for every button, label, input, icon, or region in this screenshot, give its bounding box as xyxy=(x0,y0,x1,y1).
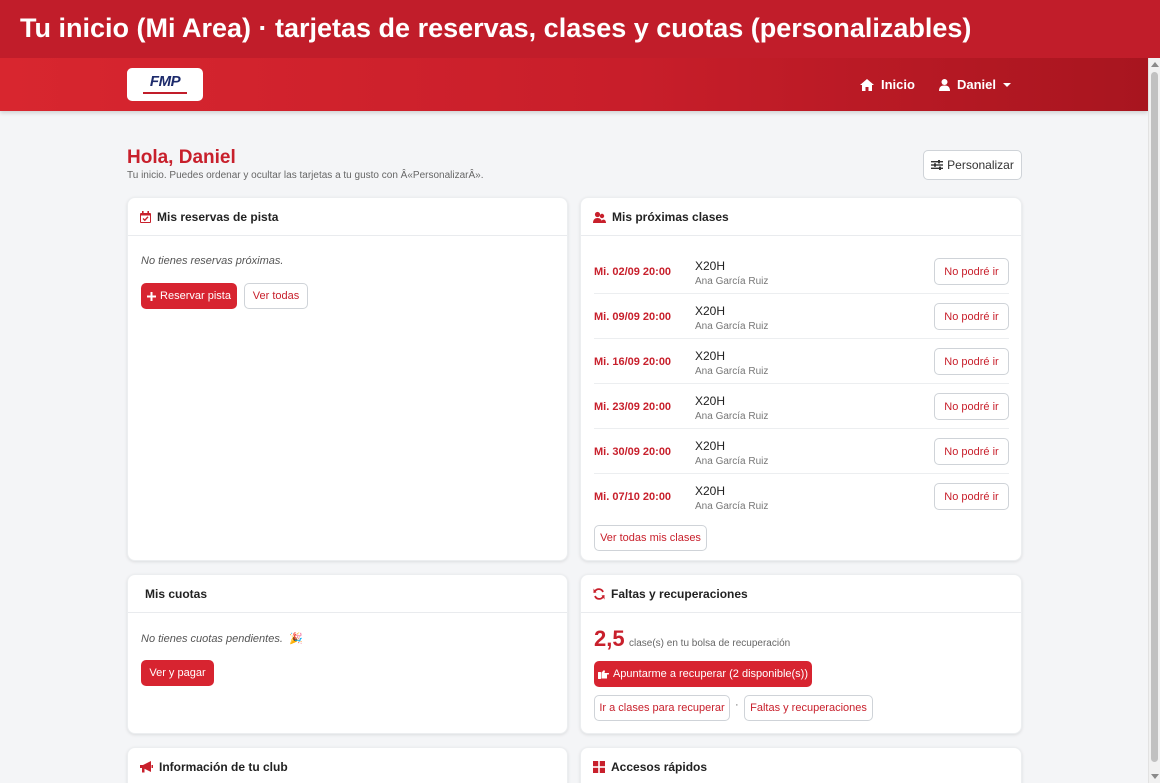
recovery-bag-text: clase(s) en tu bolsa de recuperación xyxy=(629,638,791,649)
party-icon: 🎉 xyxy=(288,633,303,645)
calendar-check-icon xyxy=(140,210,151,223)
class-teacher: Ana García Ruiz xyxy=(695,411,769,422)
class-row: Mi. 02/09 20:00 X20H Ana García Ruiz No … xyxy=(594,249,1009,294)
no-podre-ir-button[interactable]: No podré ir xyxy=(934,303,1009,330)
nav-inicio[interactable]: Inicio xyxy=(860,58,915,111)
cuotas-empty-text: No tienes cuotas pendientes. 🎉 xyxy=(141,632,303,645)
grid-icon xyxy=(593,760,605,773)
card-reservas-title: Mis reservas de pista xyxy=(157,209,279,224)
ir-clases-recuperar-button[interactable]: Ir a clases para recuperar xyxy=(594,695,730,721)
class-row: Mi. 30/09 20:00 X20H Ana García Ruiz No … xyxy=(594,429,1009,474)
class-date: Mi. 16/09 20:00 xyxy=(594,356,672,368)
class-name: X20H xyxy=(695,259,726,273)
class-row: Mi. 09/09 20:00 X20H Ana García Ruiz No … xyxy=(594,294,1009,339)
card-info-club: Información de tu club xyxy=(127,747,568,783)
class-teacher: Ana García Ruiz xyxy=(695,276,769,287)
users-class-icon xyxy=(593,211,606,223)
class-name: X20H xyxy=(695,349,726,363)
user-icon xyxy=(939,78,950,91)
class-teacher: Ana García Ruiz xyxy=(695,501,769,512)
personalizar-button[interactable]: Personalizar xyxy=(923,150,1022,180)
ver-y-pagar-button[interactable]: Ver y pagar xyxy=(141,660,214,686)
card-faltas: Faltas y recuperaciones 2,5 clase(s) en … xyxy=(580,574,1022,734)
class-name: X20H xyxy=(695,484,726,498)
apuntarme-recuperar-label: Apuntarme a recuperar (2 disponible(s)) xyxy=(612,668,809,680)
no-podre-ir-button[interactable]: No podré ir xyxy=(934,258,1009,285)
no-podre-ir-button[interactable]: No podré ir xyxy=(934,393,1009,420)
nav-inicio-label: Inicio xyxy=(881,77,915,92)
scroll-thumb[interactable] xyxy=(1151,72,1158,762)
ver-todas-clases-button[interactable]: Ver todas mis clases xyxy=(594,525,707,551)
class-date: Mi. 23/09 20:00 xyxy=(594,401,672,413)
card-cuotas-header: Mis cuotas xyxy=(128,575,567,613)
no-podre-ir-button[interactable]: No podré ir xyxy=(934,483,1009,510)
page-scrollbar[interactable] xyxy=(1148,58,1160,783)
class-date: Mi. 30/09 20:00 xyxy=(594,446,672,458)
class-name: X20H xyxy=(695,439,726,453)
class-row: Mi. 07/10 20:00 X20H Ana García Ruiz No … xyxy=(594,474,1009,519)
card-cuotas-title: Mis cuotas xyxy=(145,586,208,601)
class-teacher: Ana García Ruiz xyxy=(695,321,769,332)
faltas-recuperaciones-button[interactable]: Faltas y recuperaciones xyxy=(744,695,873,721)
card-reservas-header: Mis reservas de pista xyxy=(128,198,567,236)
plus-icon xyxy=(147,291,157,301)
reservas-empty-text: No tienes reservas próximas. xyxy=(141,255,284,267)
card-faltas-title: Faltas y recuperaciones xyxy=(611,586,748,601)
class-name: X20H xyxy=(695,304,726,318)
card-clases: Mis próximas clases Mi. 02/09 20:00 X20H… xyxy=(580,197,1022,561)
scroll-up-icon[interactable] xyxy=(1151,62,1159,67)
card-accesos-header: Accesos rápidos xyxy=(581,748,1021,783)
card-clases-title: Mis próximas clases xyxy=(612,209,729,224)
chevron-down-icon xyxy=(1003,82,1012,87)
class-name: X20H xyxy=(695,394,726,408)
class-date: Mi. 02/09 20:00 xyxy=(594,266,672,278)
class-teacher: Ana García Ruiz xyxy=(695,366,769,377)
cuotas-empty-label: No tienes cuotas pendientes. xyxy=(141,633,283,645)
window-title: Tu inicio (Mi Area) · tarjetas de reserv… xyxy=(0,0,1160,58)
sync-icon xyxy=(593,587,605,600)
page-subtitle: Tu inicio. Puedes ordenar y ocultar las … xyxy=(127,170,484,181)
logo-underline xyxy=(143,92,187,94)
page-viewport: FMP Inicio Daniel Hola, Daniel Tu inicio… xyxy=(0,58,1148,783)
class-teacher: Ana García Ruiz xyxy=(695,456,769,467)
class-row: Mi. 16/09 20:00 X20H Ana García Ruiz No … xyxy=(594,339,1009,384)
card-accesos-rapidos: Accesos rápidos xyxy=(580,747,1022,783)
class-row: Mi. 23/09 20:00 X20H Ana García Ruiz No … xyxy=(594,384,1009,429)
top-navbar: FMP Inicio Daniel xyxy=(0,58,1148,111)
club-logo[interactable]: FMP xyxy=(127,68,203,101)
card-clases-header: Mis próximas clases xyxy=(581,198,1021,236)
apuntarme-recuperar-button[interactable]: Apuntarme a recuperar (2 disponible(s)) xyxy=(594,661,812,687)
logo-text: FMP xyxy=(149,73,181,90)
reservar-pista-label: Reservar pista xyxy=(160,290,231,302)
class-date: Mi. 07/10 20:00 xyxy=(594,491,672,503)
no-podre-ir-button[interactable]: No podré ir xyxy=(934,348,1009,375)
sliders-icon xyxy=(931,160,944,170)
recovery-count: 2,5 xyxy=(594,626,625,651)
reservar-pista-button[interactable]: Reservar pista xyxy=(141,283,237,309)
user-name: Daniel xyxy=(957,77,997,92)
no-podre-ir-button[interactable]: No podré ir xyxy=(934,438,1009,465)
home-icon xyxy=(860,78,874,91)
separator-dot: · xyxy=(735,699,739,711)
bullhorn-icon xyxy=(140,760,153,772)
user-menu[interactable]: Daniel xyxy=(939,58,1012,111)
card-cuotas: Mis cuotas No tienes cuotas pendientes. … xyxy=(127,574,568,734)
card-faltas-header: Faltas y recuperaciones xyxy=(581,575,1021,613)
ver-todas-reservas-button[interactable]: Ver todas xyxy=(244,283,308,309)
class-date: Mi. 09/09 20:00 xyxy=(594,311,672,323)
card-info-title: Información de tu club xyxy=(159,759,288,774)
card-reservas: Mis reservas de pista No tienes reservas… xyxy=(127,197,568,561)
page-title: Hola, Daniel xyxy=(127,147,236,168)
scroll-down-icon[interactable] xyxy=(1151,774,1159,779)
personalizar-label: Personalizar xyxy=(947,158,1014,172)
hand-point-right-icon xyxy=(597,669,609,679)
card-accesos-title: Accesos rápidos xyxy=(611,759,708,774)
card-info-header: Información de tu club xyxy=(128,748,567,783)
